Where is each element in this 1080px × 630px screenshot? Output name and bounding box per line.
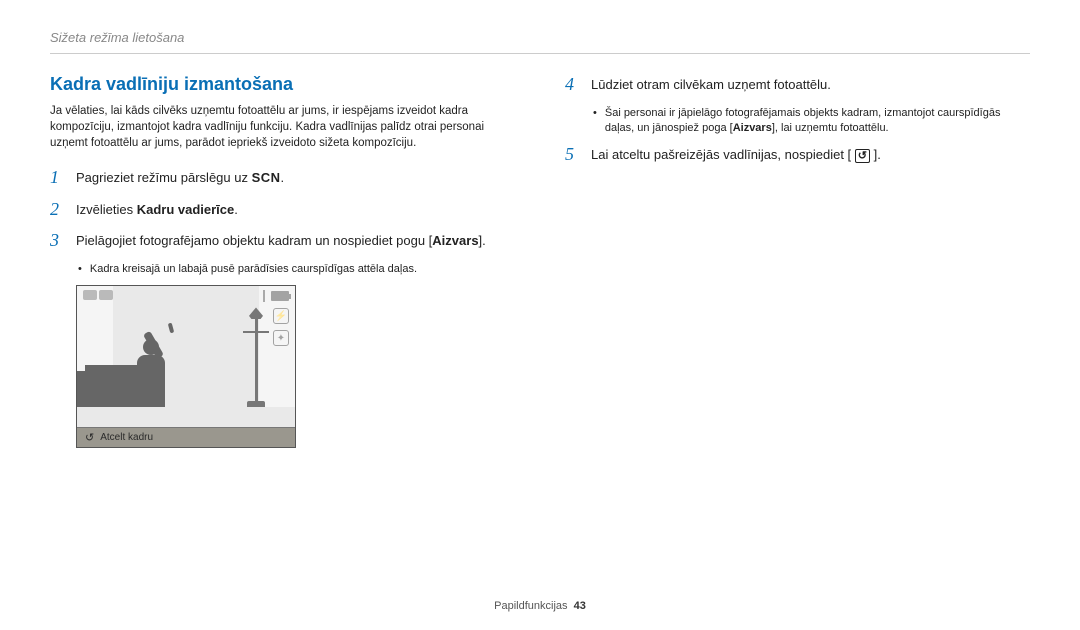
bullet-dot: • xyxy=(593,106,597,137)
page-header: Sižeta režīma lietošana xyxy=(50,30,1030,54)
camera-viewfinder xyxy=(77,286,295,427)
note-text: Kadra kreisajā un labajā pusē parādīsies… xyxy=(90,262,417,277)
step-number: 5 xyxy=(565,144,581,166)
step-2: 2 Izvēlieties Kadru vadierīce. xyxy=(50,199,515,221)
footer-page-number: 43 xyxy=(574,600,586,612)
footer-label: Papildfunkcijas xyxy=(494,600,567,612)
manual-page: Sižeta režīma lietošana Kadra vadlīniju … xyxy=(0,0,1080,468)
column-right: 4 Lūdziet otram cilvēkam uzņemt fotoattē… xyxy=(565,74,1030,448)
step-3-note: • Kadra kreisajā un labajā pusē parādīsi… xyxy=(78,262,515,277)
step-4: 4 Lūdziet otram cilvēkam uzņemt fotoattē… xyxy=(565,74,1030,96)
return-icon: ↺ xyxy=(855,149,870,163)
steps-left: 1 Pagrieziet režīmu pārslēgu uz SCN. 2 I… xyxy=(50,167,515,448)
intro-paragraph: Ja vēlaties, lai kāds cilvēks uzņemtu fo… xyxy=(50,103,515,151)
step-4-note: • Šai personai ir jāpielāgo fotografējam… xyxy=(593,106,1030,137)
step-bold: Kadru vadierīce xyxy=(137,202,235,217)
step-5: 5 Lai atceltu pašreizējās vadlīnijas, no… xyxy=(565,144,1030,166)
step-number: 2 xyxy=(50,199,66,221)
step-text-part: . xyxy=(234,202,238,217)
step-text-part: Lūdziet otram cilvēkam uzņemt fotoattēlu… xyxy=(591,77,831,92)
step-3: 3 Pielāgojiet fotografējamo objektu kadr… xyxy=(50,230,515,252)
step-text-part: ]. xyxy=(479,233,486,248)
step-text: Pielāgojiet fotografējamo objektu kadram… xyxy=(76,230,486,251)
step-number: 1 xyxy=(50,167,66,189)
camera-preview-illustration: ⚡ ✦ ↺ xyxy=(76,285,296,448)
content-columns: Kadra vadlīniju izmantošana Ja vēlaties,… xyxy=(50,74,1030,448)
step-number: 4 xyxy=(565,74,581,96)
back-icon: ↺ xyxy=(85,431,94,444)
step-bold: Aizvars xyxy=(432,233,478,248)
column-left: Kadra vadlīniju izmantošana Ja vēlaties,… xyxy=(50,74,515,448)
bullet-dot: • xyxy=(78,262,82,277)
step-text-part: Pagrieziet režīmu pārslēgu uz xyxy=(76,170,252,185)
page-footer: Papildfunkcijas 43 xyxy=(0,600,1080,612)
step-text: Lūdziet otram cilvēkam uzņemt fotoattēlu… xyxy=(591,74,831,95)
note-bold: Aizvars xyxy=(733,122,772,134)
step-text-part: . xyxy=(281,170,285,185)
section-title: Kadra vadlīniju izmantošana xyxy=(50,74,515,95)
camera-bottom-bar: ↺ Atcelt kadru xyxy=(77,427,295,447)
silhouette-lamppost xyxy=(243,307,271,407)
step-1: 1 Pagrieziet režīmu pārslēgu uz SCN. xyxy=(50,167,515,189)
note-text: Šai personai ir jāpielāgo fotografējamai… xyxy=(605,106,1030,137)
step-text-part: Lai atceltu pašreizējās vadlīnijas, nosp… xyxy=(591,147,855,162)
step-number: 3 xyxy=(50,230,66,252)
step-text-part: Izvēlieties xyxy=(76,202,137,217)
silhouette-person xyxy=(127,315,183,407)
step-text-part: ]. xyxy=(870,147,881,162)
step-text-part: Pielāgojiet fotografējamo objektu kadram… xyxy=(76,233,432,248)
step-text: Lai atceltu pašreizējās vadlīnijas, nosp… xyxy=(591,144,881,165)
note-text-part: ], lai uzņemtu fotoattēlu. xyxy=(772,122,889,134)
cancel-frame-label: Atcelt kadru xyxy=(100,432,153,443)
step-text: Pagrieziet režīmu pārslēgu uz SCN. xyxy=(76,167,284,188)
scn-mode-icon: SCN xyxy=(252,170,281,185)
step-text: Izvēlieties Kadru vadierīce. xyxy=(76,199,238,220)
